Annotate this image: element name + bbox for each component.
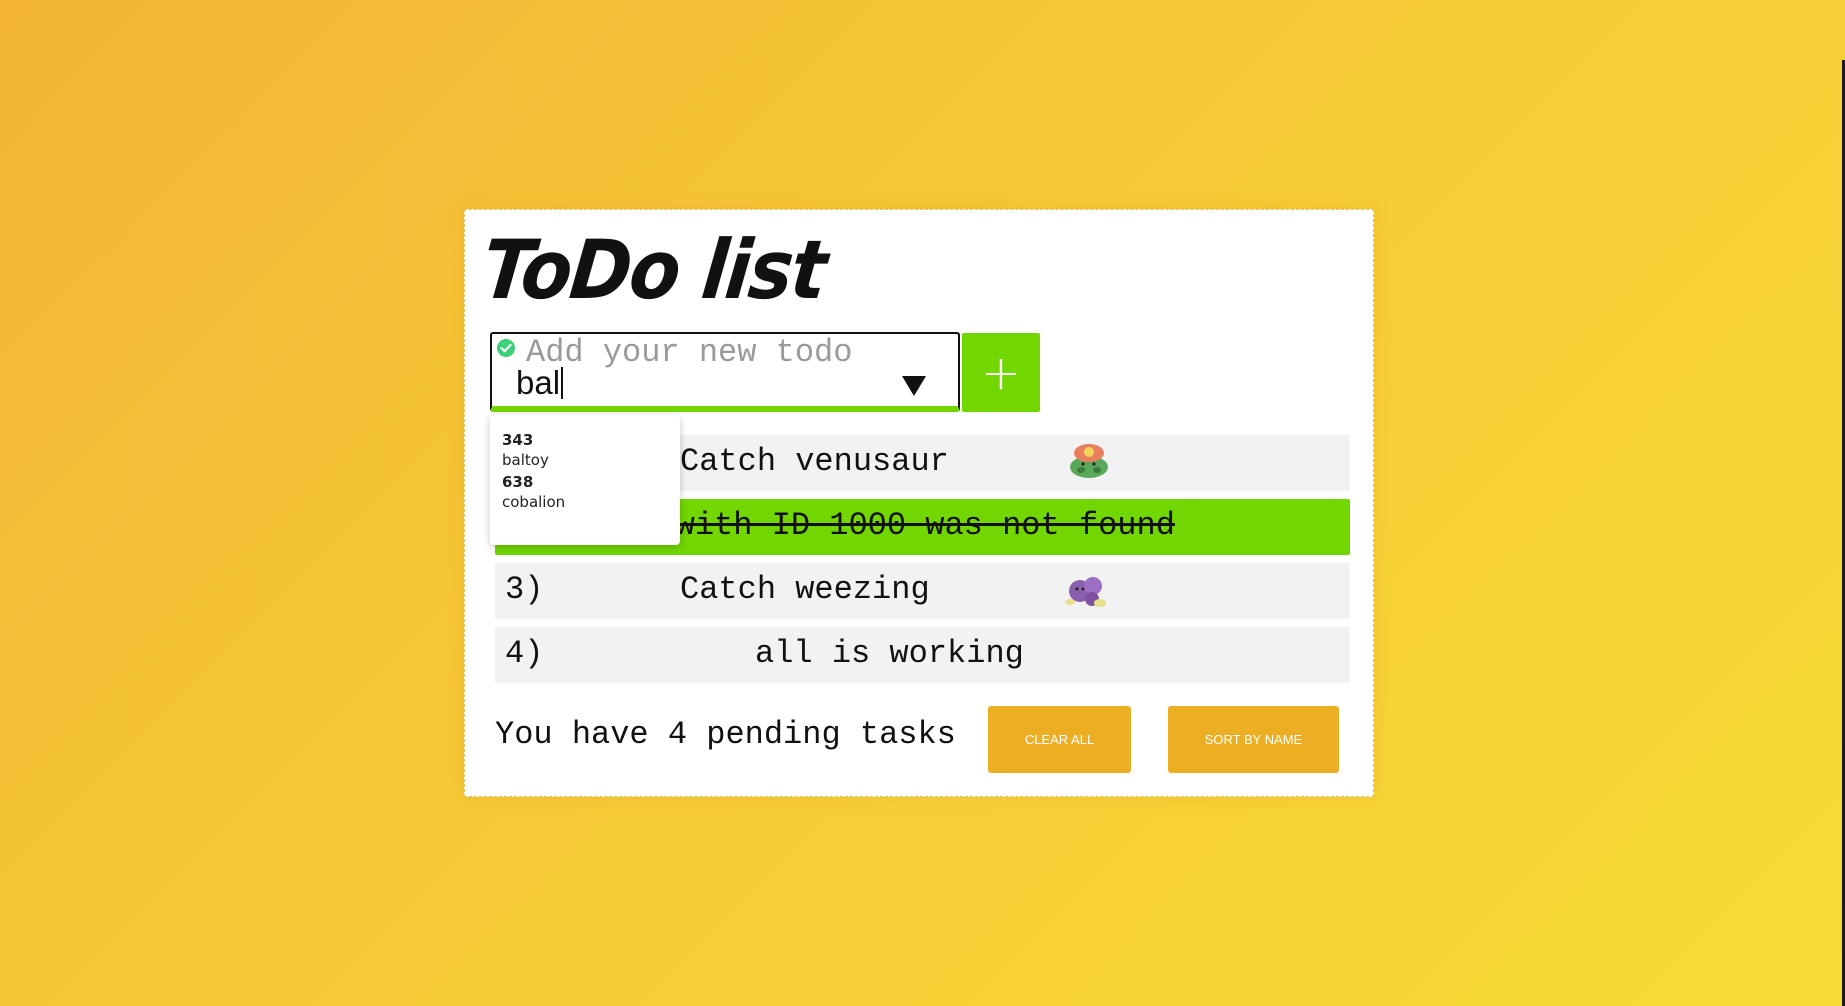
todo-text: Catch weezing — [680, 571, 930, 608]
todo-card: ToDo list Add your new todo bal + 1) Cat… — [464, 209, 1374, 797]
todo-input-text: bal — [516, 364, 561, 401]
autocomplete-dropdown: 343 baltoy 638 cobalion — [490, 415, 680, 545]
todo-number: 4) — [505, 635, 544, 672]
check-circle-icon — [497, 339, 515, 357]
todo-item[interactable]: 3) Catch weezing — [495, 563, 1350, 619]
weezing-sprite — [1065, 577, 1106, 607]
add-todo-button[interactable]: + — [962, 333, 1040, 412]
todo-input-placeholder: Add your new todo — [526, 334, 853, 371]
suggestion-name: cobalion — [502, 493, 566, 511]
scrollbar[interactable] — [1840, 0, 1845, 1006]
page-title: ToDo list — [477, 223, 830, 318]
triangle-down-icon[interactable] — [902, 376, 926, 396]
todo-input[interactable]: Add your new todo bal — [490, 332, 960, 412]
todo-number: 3) — [505, 571, 544, 608]
clear-all-button[interactable]: CLEAR ALL — [988, 706, 1131, 773]
text-caret — [561, 367, 564, 399]
suggestion-item[interactable]: 343 baltoy — [490, 415, 680, 473]
pending-count: You have 4 pending tasks — [495, 716, 956, 753]
suggestion-id: 638 — [502, 473, 534, 491]
todo-item[interactable]: 4) all is working — [495, 627, 1350, 683]
todo-text: Catch venusaur — [680, 443, 949, 480]
suggestion-id: 343 — [502, 431, 534, 449]
sort-by-name-button[interactable]: SORT BY NAME — [1168, 706, 1339, 773]
suggestion-name: baltoy — [502, 451, 549, 469]
todo-input-value[interactable]: bal — [516, 364, 564, 402]
suggestion-item[interactable]: 638 cobalion — [490, 473, 680, 531]
venusaur-sprite — [1070, 444, 1108, 478]
todo-text: all is working — [755, 635, 1024, 672]
